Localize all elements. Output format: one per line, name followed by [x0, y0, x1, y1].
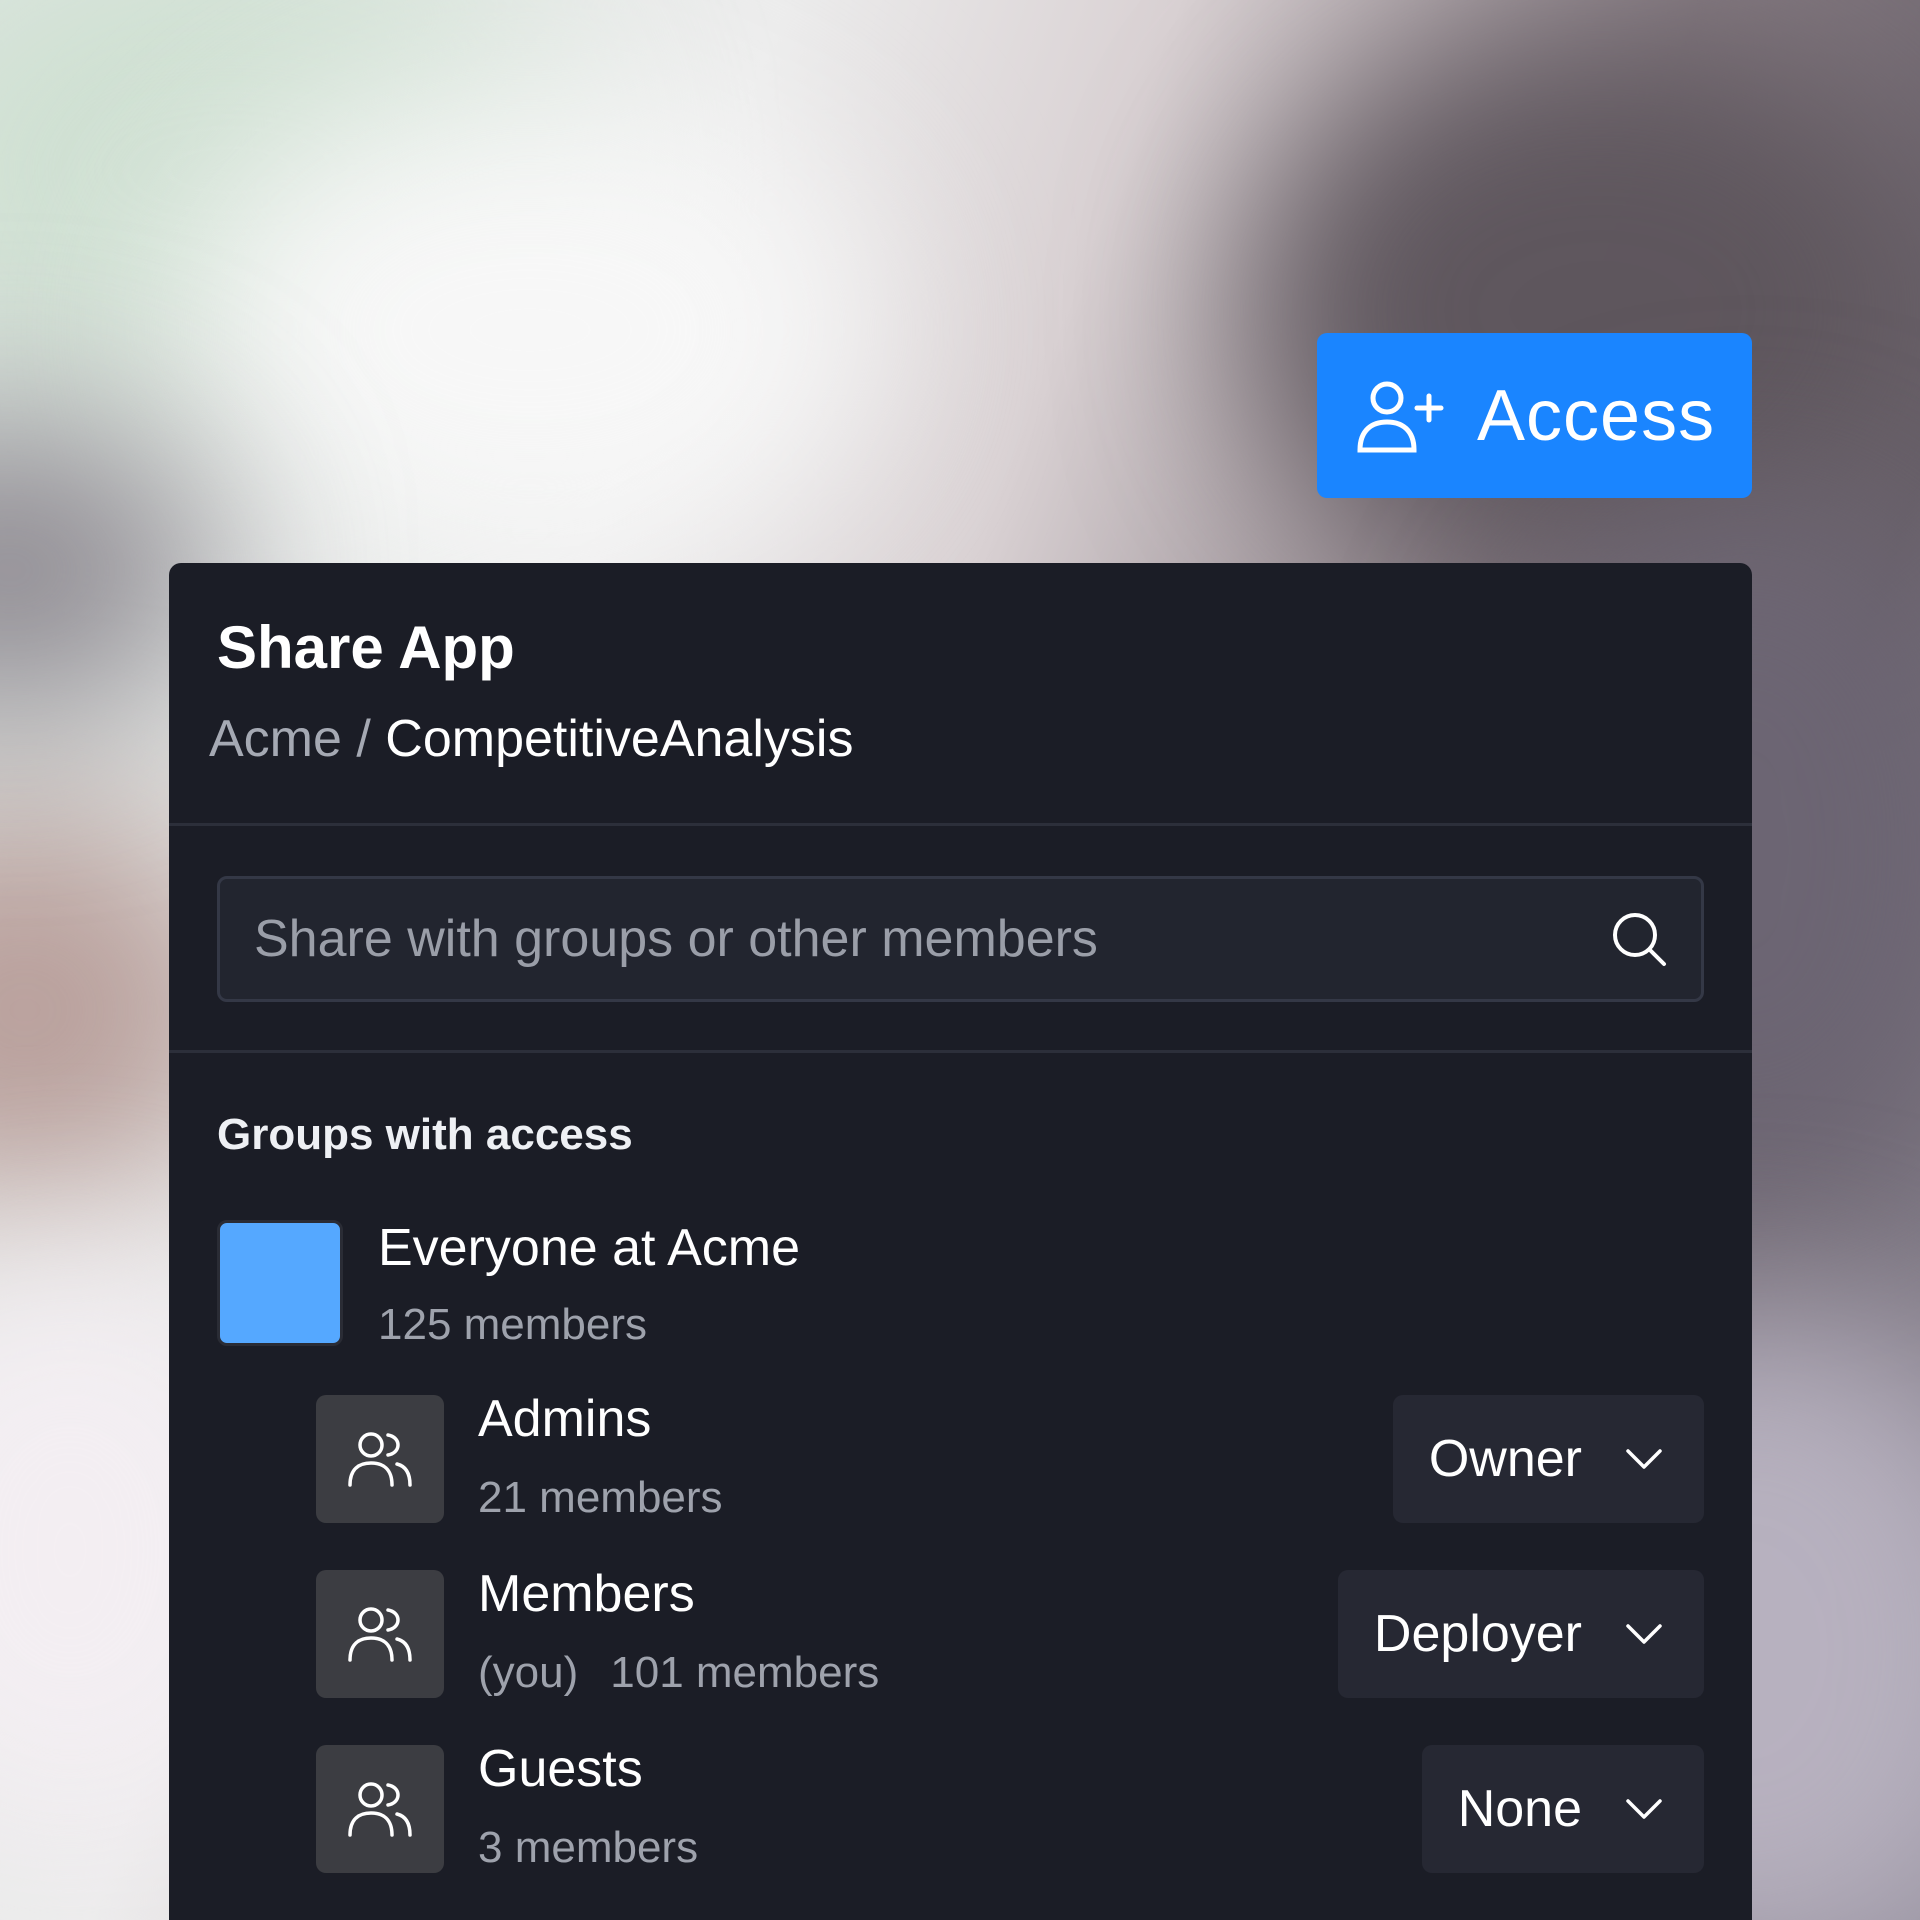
search-placeholder: Share with groups or other members [254, 910, 1098, 968]
search-icon[interactable] [1609, 909, 1669, 969]
group-meta: 21 members [478, 1473, 723, 1523]
group-name: Members [478, 1565, 695, 1623]
group-avatar-swatch [217, 1220, 343, 1346]
role-dropdown-guests[interactable]: None [1421, 1745, 1704, 1873]
role-dropdown-members[interactable]: Deployer [1337, 1570, 1704, 1698]
groups-with-access-heading: Groups with access [217, 1110, 633, 1159]
group-member-count: 125 members [378, 1300, 648, 1349]
breadcrumb-org[interactable]: Acme [209, 710, 342, 768]
group-meta: (you) 101 members [478, 1648, 879, 1698]
group-avatar [316, 1745, 444, 1873]
user-plus-icon [1357, 381, 1444, 452]
role-label: None [1457, 1780, 1582, 1838]
group-row-members: Members (you) 101 members Deployer [316, 1565, 1704, 1698]
breadcrumb-separator: / [356, 710, 371, 768]
group-row-admins: Admins 21 members Owner [316, 1390, 1704, 1523]
access-button[interactable]: Access [1317, 333, 1752, 498]
breadcrumb: Acme / CompetitiveAnalysis [209, 710, 854, 768]
chevron-down-icon [1626, 1449, 1662, 1469]
group-row-guests: Guests 3 members None [316, 1740, 1704, 1873]
users-icon [348, 1432, 412, 1487]
users-icon [348, 1607, 412, 1662]
you-indicator: (you) [478, 1648, 579, 1697]
divider [169, 1050, 1752, 1053]
role-dropdown-admins[interactable]: Owner [1392, 1395, 1704, 1523]
group-member-count: 21 members [478, 1473, 723, 1522]
group-name: Everyone at Acme [378, 1219, 800, 1277]
group-row-everyone: Everyone at Acme 125 members [217, 1219, 1704, 1350]
group-avatar [316, 1395, 444, 1523]
group-member-count: 101 members [610, 1648, 880, 1697]
access-button-label: Access [1477, 375, 1716, 456]
share-search-input[interactable]: Share with groups or other members [217, 876, 1704, 1002]
share-app-dialog: Share App Acme / CompetitiveAnalysis Sha… [169, 563, 1752, 1920]
group-member-count: 3 members [478, 1823, 699, 1872]
role-label: Deployer [1373, 1605, 1582, 1663]
group-name: Admins [478, 1390, 652, 1448]
users-icon [348, 1782, 412, 1837]
chevron-down-icon [1626, 1624, 1662, 1644]
group-name: Guests [478, 1740, 643, 1798]
role-label: Owner [1428, 1430, 1582, 1488]
breadcrumb-app: CompetitiveAnalysis [385, 710, 854, 768]
divider [169, 823, 1752, 826]
dialog-title: Share App [217, 614, 515, 681]
chevron-down-icon [1626, 1799, 1662, 1819]
group-meta: 3 members [478, 1823, 698, 1873]
group-avatar [316, 1570, 444, 1698]
